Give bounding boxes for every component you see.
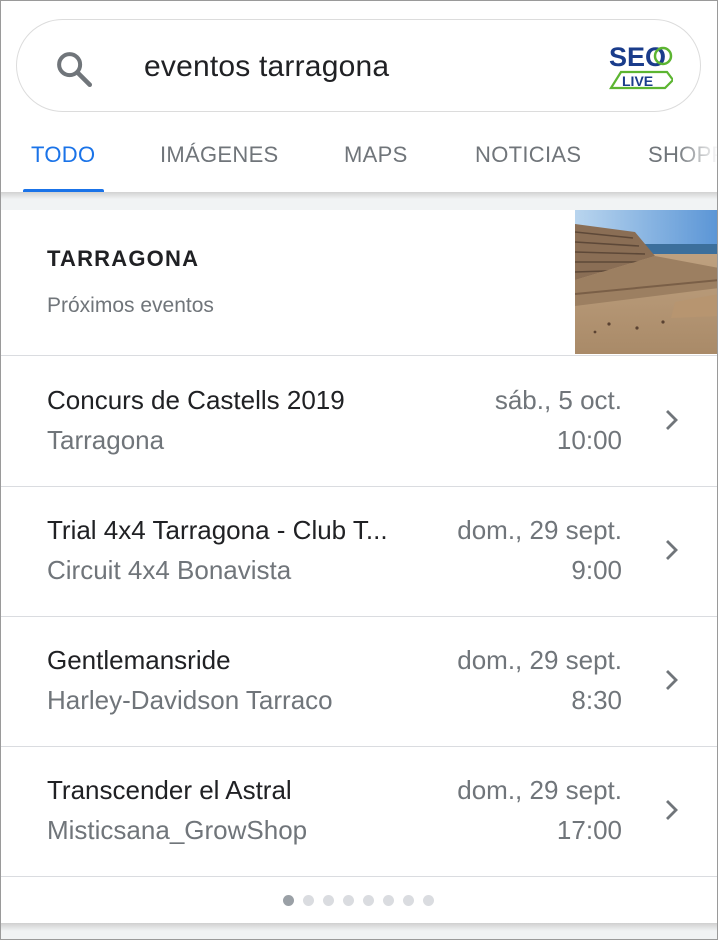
tabs-divider: [1, 192, 717, 210]
pagination-dot[interactable]: [383, 895, 394, 906]
pagination-dot[interactable]: [363, 895, 374, 906]
event-venue: Circuit 4x4 Bonavista: [47, 555, 292, 585]
card-subtitle: Próximos eventos: [47, 294, 214, 317]
tab-maps[interactable]: MAPS: [344, 142, 408, 168]
card-title: TARRAGONA: [47, 246, 200, 271]
tab-noticias[interactable]: NOTICIAS: [475, 142, 581, 168]
seo-live-logo-icon[interactable]: SEO LIVE: [607, 40, 673, 94]
pagination-dots: [1, 888, 717, 912]
event-venue: Harley-Davidson Tarraco: [47, 685, 333, 715]
events-card-header[interactable]: TARRAGONA Próximos eventos: [1, 210, 718, 356]
event-date: dom., 29 sept.: [457, 645, 622, 675]
logo-text-seo: SEO: [609, 42, 666, 72]
event-date: sáb., 5 oct.: [494, 385, 622, 415]
search-tabs: TODO IMÁGENES MAPS NOTICIAS SHOPPING: [1, 129, 717, 195]
pagination-dot[interactable]: [343, 895, 354, 906]
card-bottom-shadow: [1, 923, 717, 939]
chevron-right-icon[interactable]: [660, 798, 684, 822]
search-input[interactable]: eventos tarragona: [144, 50, 389, 84]
events-card: TARRAGONA Próximos eventos Concurs de Ca…: [1, 210, 718, 923]
event-name: Gentlemansride: [47, 645, 231, 675]
chevron-right-icon[interactable]: [660, 408, 684, 432]
tab-shopping[interactable]: SHOPPING: [648, 142, 717, 168]
event-row[interactable]: Transcender el Astral Misticsana_GrowSho…: [1, 746, 717, 877]
tarragona-amphitheatre-image[interactable]: [575, 210, 718, 354]
event-time: 8:30: [571, 685, 622, 715]
event-time: 17:00: [556, 815, 622, 845]
tab-todo[interactable]: TODO: [31, 142, 95, 168]
event-name: Concurs de Castells 2019: [47, 385, 345, 415]
pagination-dot[interactable]: [303, 895, 314, 906]
event-row[interactable]: Concurs de Castells 2019 Tarragona sáb.,…: [1, 356, 717, 487]
event-time: 9:00: [571, 555, 622, 585]
event-row[interactable]: Trial 4x4 Tarragona - Club T... Circuit …: [1, 486, 717, 617]
tab-imagenes[interactable]: IMÁGENES: [160, 142, 279, 168]
search-icon[interactable]: [53, 48, 95, 90]
event-venue: Tarragona: [47, 425, 165, 455]
chevron-right-icon[interactable]: [660, 668, 684, 692]
search-results-page: eventos tarragona SEO LIVE TODO IMÁGENES…: [0, 0, 718, 940]
pagination-dot[interactable]: [323, 895, 334, 906]
pagination-dot[interactable]: [423, 895, 434, 906]
event-date: dom., 29 sept.: [457, 515, 622, 545]
chevron-right-icon[interactable]: [660, 538, 684, 562]
logo-text-live: LIVE: [622, 73, 653, 89]
search-bar[interactable]: eventos tarragona SEO LIVE: [16, 19, 701, 112]
event-name: Transcender el Astral: [47, 775, 292, 805]
event-row[interactable]: Gentlemansride Harley-Davidson Tarraco d…: [1, 616, 717, 747]
event-name: Trial 4x4 Tarragona - Club T...: [47, 515, 388, 545]
event-date: dom., 29 sept.: [457, 775, 622, 805]
event-venue: Misticsana_GrowShop: [47, 815, 308, 845]
pagination-dot[interactable]: [403, 895, 414, 906]
event-time: 10:00: [556, 425, 622, 455]
pagination-dot[interactable]: [283, 895, 294, 906]
